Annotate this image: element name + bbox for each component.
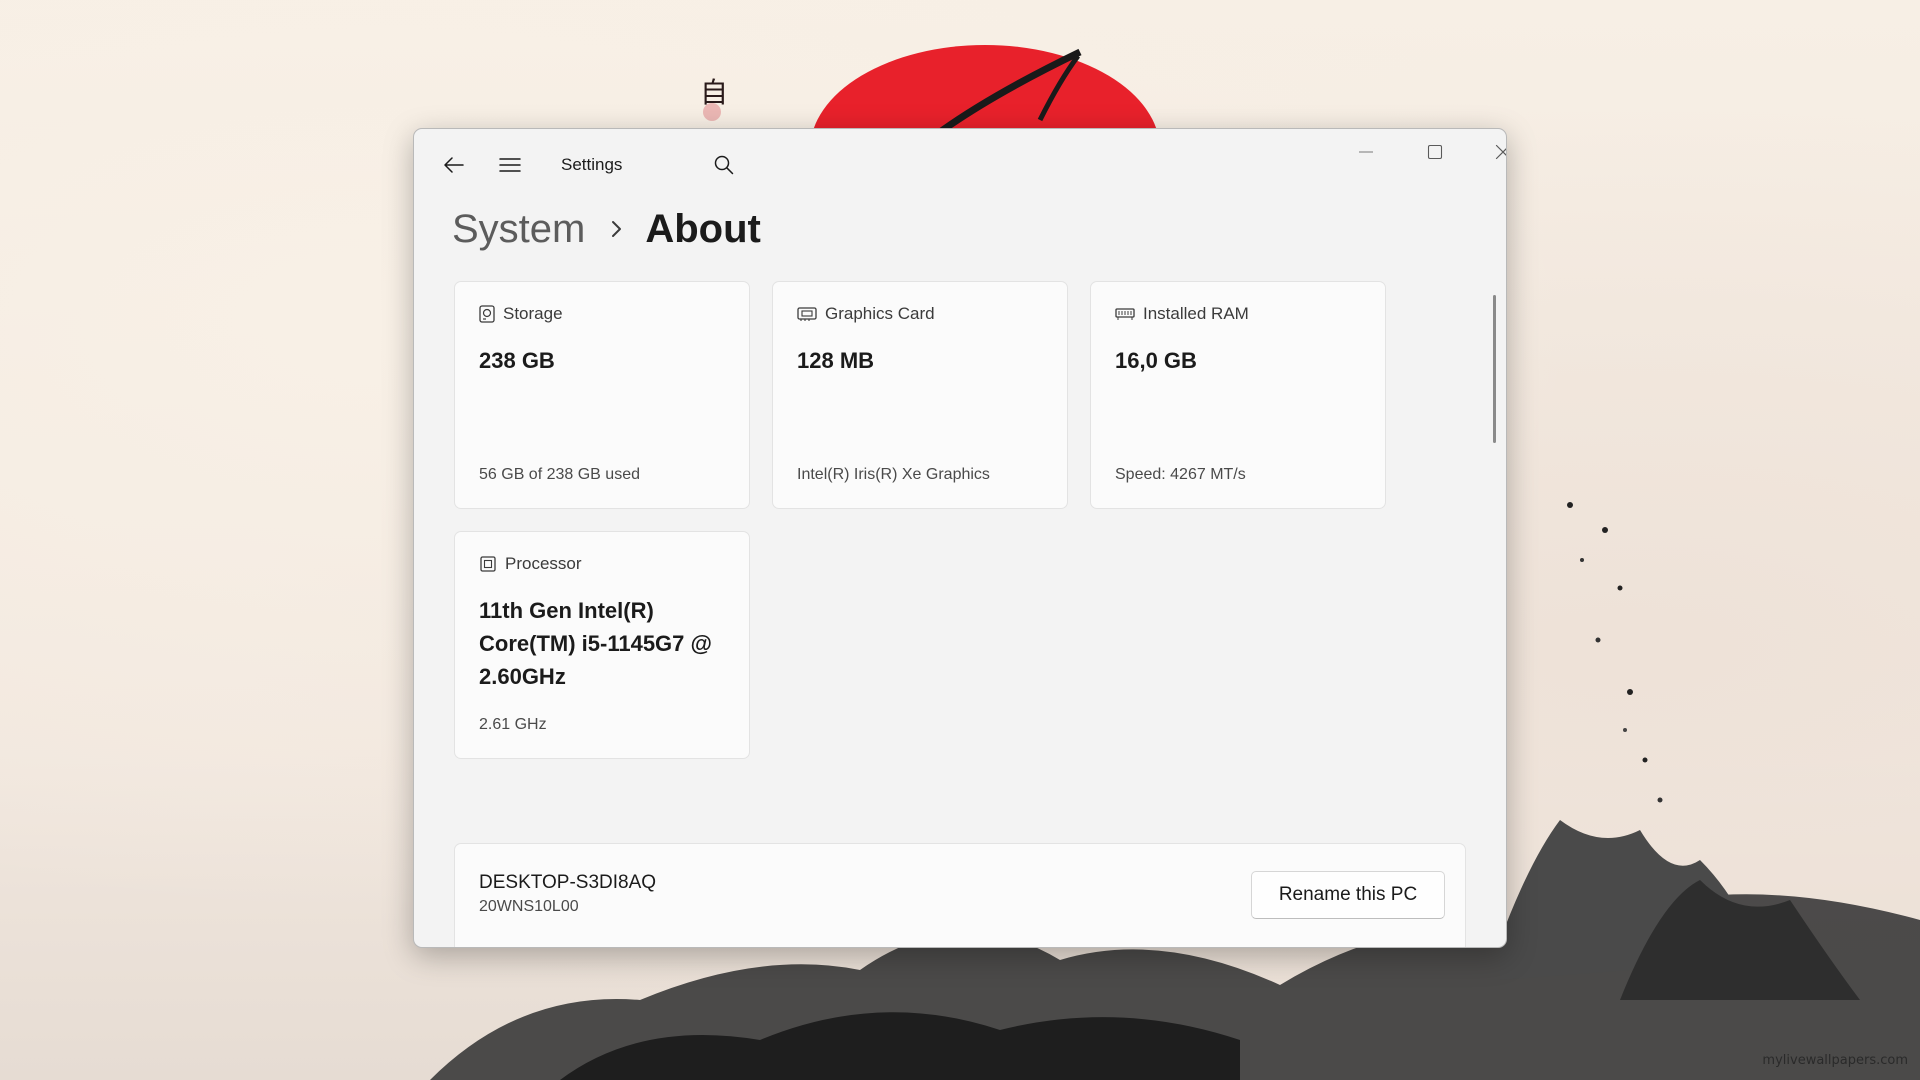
processor-card-header: Processor [479,554,582,574]
maximize-button[interactable] [1401,129,1469,175]
graphics-card-card: Graphics Card 128 MB Intel(R) Iris(R) Xe… [772,281,1068,509]
device-model: 20WNS10L00 [479,898,579,915]
ram-value: 16,0 GB [1115,348,1197,373]
installed-ram-card: Installed RAM 16,0 GB Speed: 4267 MT/s [1090,281,1386,509]
maximize-icon [1427,144,1443,160]
wallpaper-watermark: mylivewallpapers.com [1762,1053,1908,1068]
device-name-panel: DESKTOP-S3DI8AQ 20WNS10L00 Rename this P… [454,843,1466,947]
close-button[interactable] [1469,129,1506,175]
page-title: About [645,206,761,251]
processor-value: 11th Gen Intel(R) Core(TM) i5-1145G7 @ 2… [479,598,712,689]
processor-card: Processor 11th Gen Intel(R) Core(TM) i5-… [454,531,750,759]
search-icon [714,155,734,175]
breadcrumb-system[interactable]: System [452,207,585,252]
storage-value: 238 GB [479,348,555,373]
processor-label: Processor [505,554,582,573]
processor-detail: 2.61 GHz [479,716,547,733]
breadcrumb: System About [452,199,761,259]
title-bar: Settings [414,129,1506,201]
storage-drive-icon [479,305,495,323]
processor-chip-icon [480,556,496,572]
storage-label: Storage [503,304,563,323]
graphics-card-icon [797,307,817,321]
graphics-label: Graphics Card [825,304,935,323]
ram-card-header: Installed RAM [1115,304,1249,324]
graphics-value: 128 MB [797,348,875,373]
hamburger-menu-icon [499,158,521,172]
minimize-button[interactable] [1332,129,1400,175]
close-icon [1495,144,1506,160]
graphics-detail: Intel(R) Iris(R) Xe Graphics [797,466,990,483]
chevron-right-icon [611,219,623,239]
navigation-menu-button[interactable] [490,145,530,185]
storage-card-header: Storage [479,304,563,324]
memory-icon [1115,308,1135,320]
back-button[interactable] [434,145,474,185]
ram-label: Installed RAM [1143,304,1249,323]
app-title: Settings [561,155,623,174]
search-button[interactable] [704,145,744,185]
rename-pc-button[interactable]: Rename this PC [1251,871,1445,919]
vertical-scrollbar[interactable] [1493,295,1496,443]
back-arrow-icon [444,157,464,173]
storage-card: Storage 238 GB 56 GB of 238 GB used [454,281,750,509]
graphics-card-header: Graphics Card [797,304,935,324]
ram-detail: Speed: 4267 MT/s [1115,466,1246,483]
minimize-icon [1359,151,1373,153]
storage-detail: 56 GB of 238 GB used [479,466,640,483]
settings-window: Settings System About Storage 238 GB 56 … [413,128,1507,948]
device-name: DESKTOP-S3DI8AQ [479,872,657,893]
